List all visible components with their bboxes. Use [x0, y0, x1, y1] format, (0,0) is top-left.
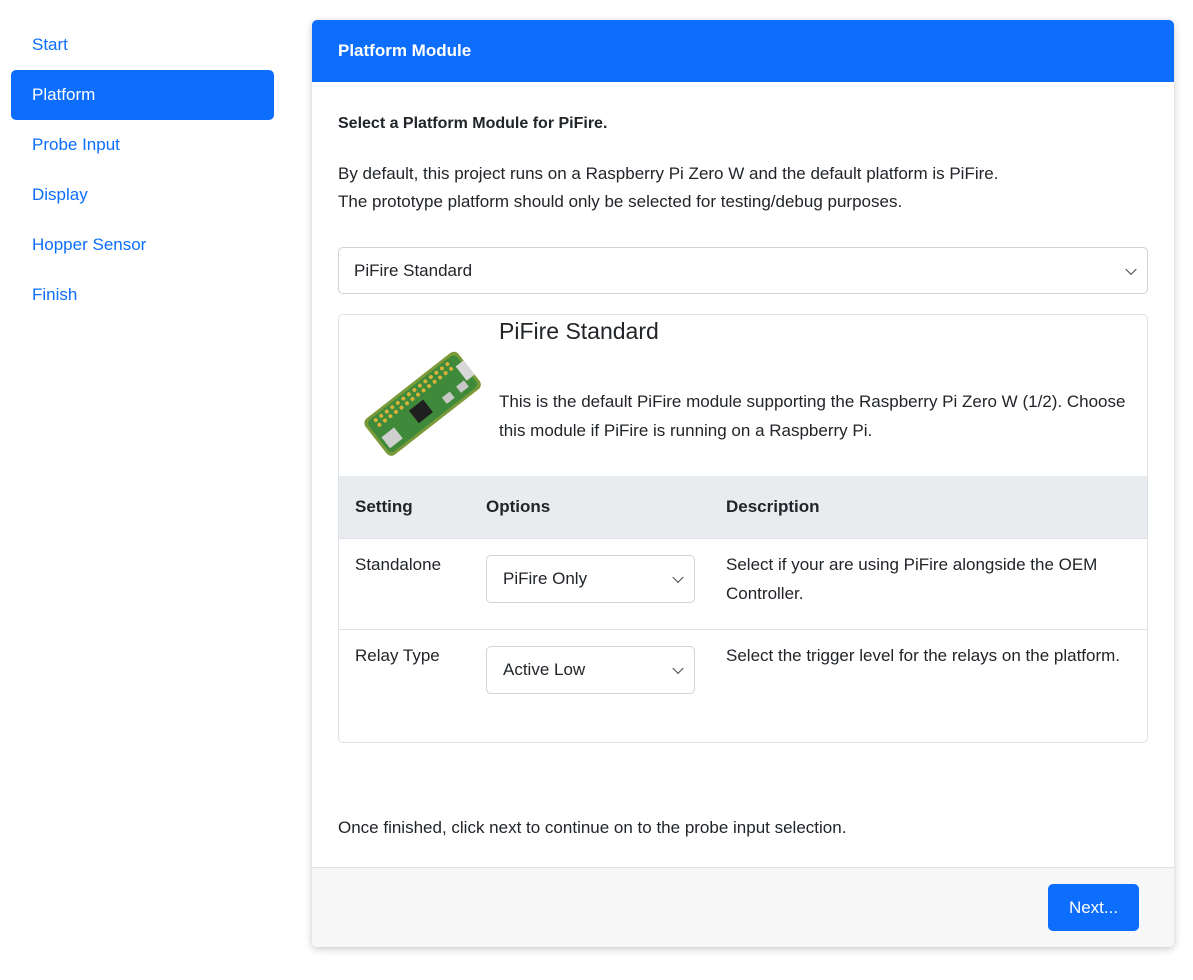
option-cell: PiFire Only [470, 538, 710, 630]
chevron-down-icon [1125, 263, 1137, 275]
card-body: Select a Platform Module for PiFire. By … [312, 115, 1174, 743]
table-row: Relay Type Active Low Select the trigger… [339, 630, 1147, 721]
standalone-select-value: PiFire Only [503, 569, 588, 588]
platform-select-value: PiFire Standard [354, 261, 473, 280]
column-header-setting: Setting [339, 476, 470, 539]
finish-note: Once finished, click next to continue on… [338, 818, 847, 837]
sidebar-item-hopper-sensor[interactable]: Hopper Sensor [11, 220, 274, 270]
setting-name: Standalone [339, 538, 470, 630]
intro-title: Select a Platform Module for PiFire. [338, 115, 608, 132]
wizard-sidebar-nav: Start Platform Probe Input Display Hoppe… [11, 20, 274, 320]
standalone-select[interactable]: PiFire Only [486, 555, 695, 603]
relay-type-select-value: Active Low [503, 660, 586, 679]
relay-type-select[interactable]: Active Low [486, 646, 695, 694]
setting-description-cell: Select the trigger level for the relays … [710, 630, 1147, 721]
table-row: Standalone PiFire Only Select if your ar… [339, 538, 1147, 630]
intro-description: By default, this project runs on a Raspb… [338, 160, 1148, 216]
column-header-options: Options [470, 476, 710, 539]
sidebar-item-probe-input[interactable]: Probe Input [11, 120, 274, 170]
chevron-down-icon [672, 571, 684, 584]
table-header-row: Setting Options Description [339, 476, 1147, 539]
module-info-box: PiFire Standard This is the default PiFi… [338, 314, 1148, 743]
card-footer: Next... [312, 867, 1174, 947]
next-button[interactable]: Next... [1048, 884, 1139, 931]
chevron-down-icon [672, 662, 684, 675]
sidebar-item-finish[interactable]: Finish [11, 270, 274, 320]
column-header-description: Description [710, 476, 1147, 539]
intro-description-line: The prototype platform should only be se… [338, 192, 903, 211]
intro-description-line: By default, this project runs on a Raspb… [338, 164, 999, 183]
sidebar-item-platform[interactable]: Platform [11, 70, 274, 120]
card-header-title: Platform Module [312, 20, 1174, 82]
module-name: PiFire Standard [499, 318, 659, 344]
setting-name: Relay Type [355, 646, 440, 665]
setting-description: Select if your are using PiFire alongsid… [726, 555, 1098, 603]
sidebar-item-display[interactable]: Display [11, 170, 274, 220]
platform-module-select[interactable]: PiFire Standard [338, 247, 1148, 294]
setting-description: Select the trigger level for the relays … [726, 646, 1121, 665]
raspberry-pi-zero-board-icon [364, 351, 481, 456]
module-description: This is the default PiFire module suppor… [499, 392, 1126, 440]
sidebar-item-start[interactable]: Start [11, 20, 274, 70]
platform-module-card: Platform Module Select a Platform Module… [312, 20, 1174, 947]
setting-description-cell: Select if your are using PiFire alongsid… [710, 538, 1147, 630]
option-cell: Active Low [470, 630, 710, 721]
module-settings-table: Setting Options Description Standalone P… [339, 476, 1147, 721]
setup-wizard-page: Start Platform Probe Input Display Hoppe… [0, 0, 1193, 980]
